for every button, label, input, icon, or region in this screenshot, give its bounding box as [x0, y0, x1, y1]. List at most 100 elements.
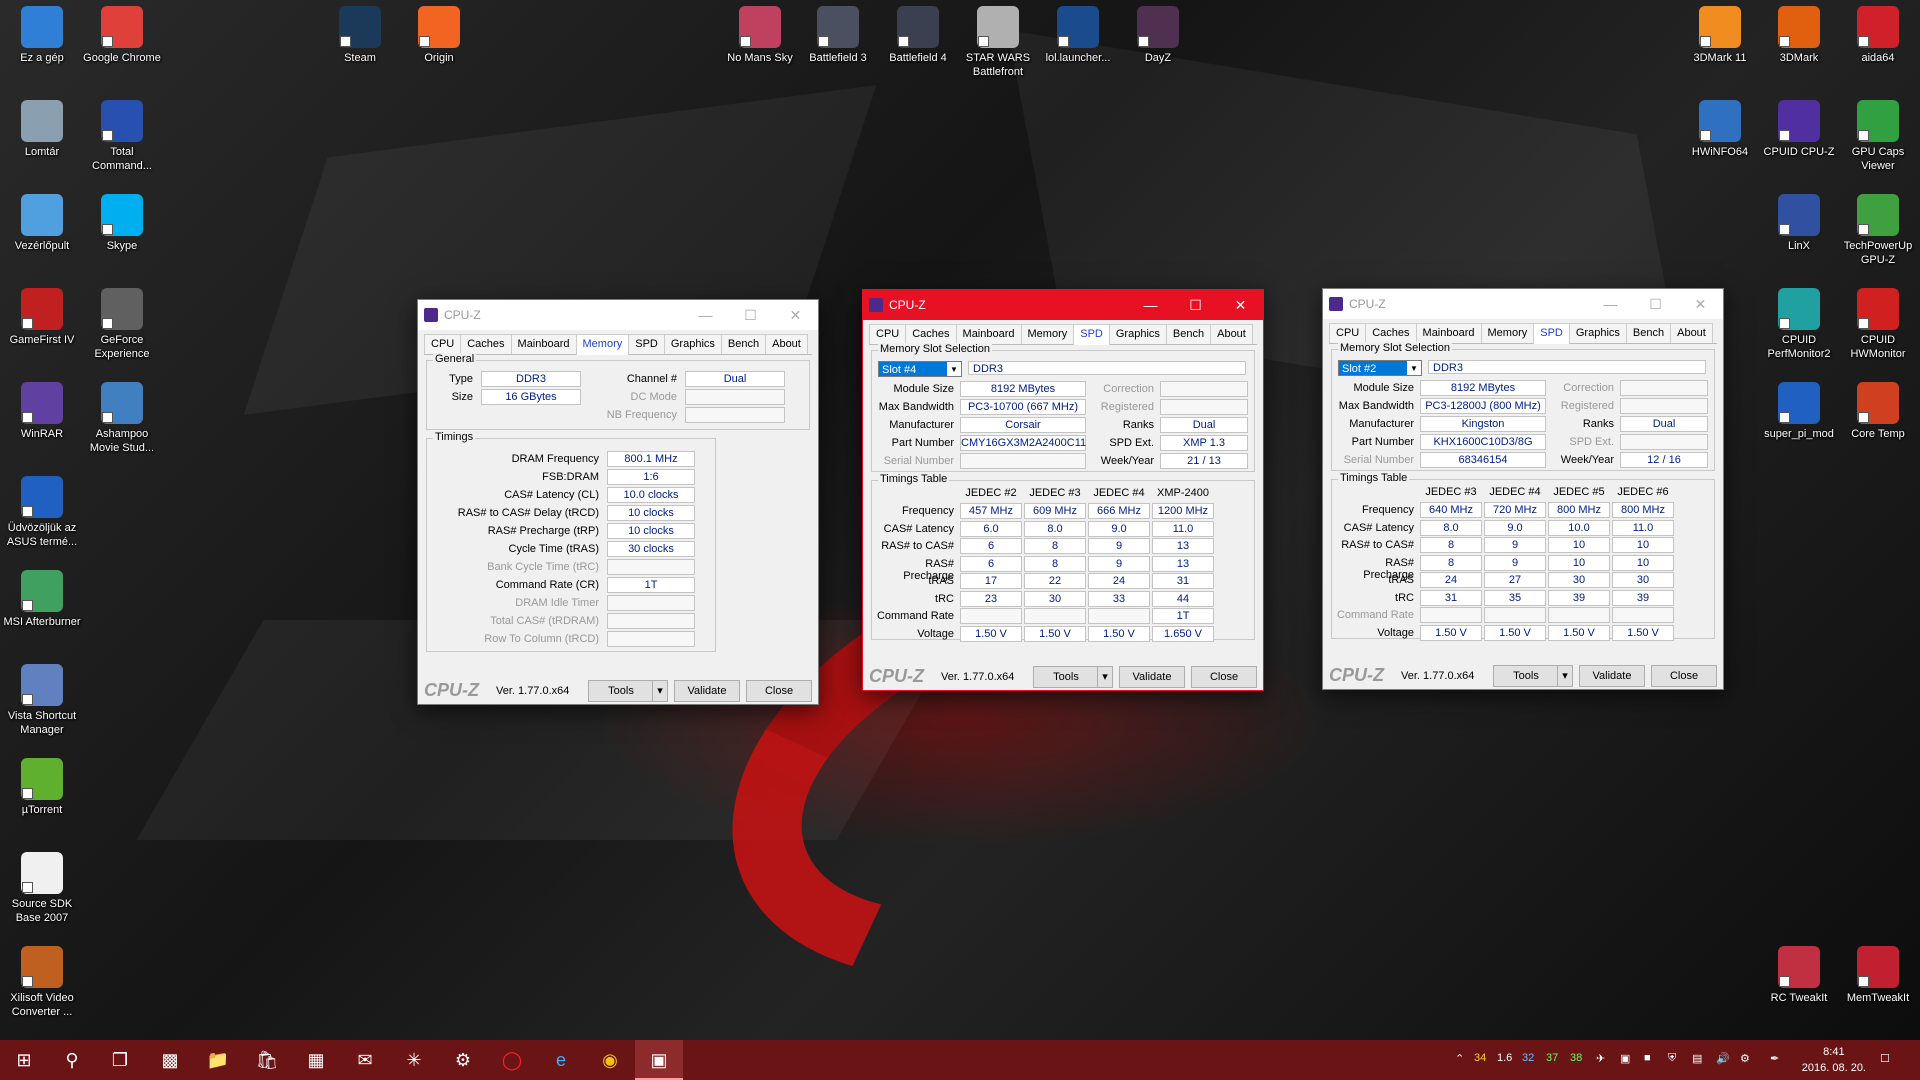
validate-button[interactable]: Validate	[1579, 665, 1645, 687]
desktop-shortcut[interactable]: 3DMark 11	[1678, 6, 1762, 65]
desktop-shortcut[interactable]: super_pi_mod	[1757, 382, 1841, 441]
desktop-shortcut[interactable]: lol.launcher...	[1036, 6, 1120, 65]
desktop-shortcut[interactable]: Üdvözöljük az ASUS termé...	[0, 476, 84, 549]
desktop-shortcut[interactable]: Steam	[318, 6, 402, 65]
desktop-shortcut[interactable]: TechPowerUp GPU-Z	[1836, 194, 1920, 267]
clock[interactable]: 8:41 2016. 08. 20.	[1802, 1044, 1866, 1076]
tray-network-icon[interactable]: ▤	[1692, 1052, 1702, 1065]
tab-spd[interactable]: SPD	[1073, 324, 1110, 345]
tray-afterburner-icon[interactable]: ✈	[1596, 1052, 1605, 1065]
desktop-shortcut[interactable]: Core Temp	[1836, 382, 1920, 441]
taskbar-app-icon[interactable]: ▩	[146, 1040, 194, 1080]
desktop-shortcut[interactable]: aida64	[1836, 6, 1920, 65]
desktop-shortcut[interactable]: CPUID PerfMonitor2	[1757, 288, 1841, 361]
cpuz-taskbar-icon[interactable]: ▣	[635, 1040, 683, 1080]
close-button[interactable]: Close	[746, 680, 812, 702]
tray-pen-icon[interactable]: ✒	[1770, 1052, 1779, 1065]
tools-dropdown-arrow-icon[interactable]: ▾	[1097, 666, 1113, 688]
start-button[interactable]: ⊞	[0, 1040, 48, 1080]
tab-spd[interactable]: SPD	[628, 334, 665, 354]
desktop-shortcut[interactable]: MemTweakIt	[1836, 946, 1920, 1005]
desktop-shortcut[interactable]: µTorrent	[0, 758, 84, 817]
minimize-button[interactable]: —	[1588, 289, 1633, 319]
opera-icon[interactable]: ◯	[488, 1040, 536, 1080]
tab-about[interactable]: About	[1670, 323, 1713, 343]
tools-button[interactable]: Tools	[588, 680, 654, 702]
desktop-shortcut[interactable]: Ez a gép	[0, 6, 84, 65]
desktop-shortcut[interactable]: CPUID CPU-Z	[1757, 100, 1841, 159]
tab-mainboard[interactable]: Mainboard	[1415, 323, 1482, 343]
taskbar-app-blue-icon[interactable]: ✳	[390, 1040, 438, 1080]
tray-shield-icon[interactable]: ⛨	[1668, 1052, 1676, 1065]
desktop-shortcut[interactable]: Xilisoft Video Converter ...	[0, 946, 84, 1019]
settings-gear-icon[interactable]: ⚙	[439, 1040, 487, 1080]
desktop-shortcut[interactable]: Battlefield 4	[876, 6, 960, 65]
tab-mainboard[interactable]: Mainboard	[955, 324, 1022, 344]
tab-memory[interactable]: Memory	[1020, 324, 1075, 344]
cpuz-window-spd-slot2[interactable]: CPU-Z — ☐ ✕ CPU Caches Mainboard Memory SPD G…	[1322, 288, 1724, 690]
tools-button[interactable]: Tools	[1033, 666, 1099, 688]
action-center-icon[interactable]: ☐	[1880, 1052, 1890, 1065]
minimize-button[interactable]: —	[683, 300, 728, 330]
tray-volume-icon[interactable]: 🔊	[1716, 1052, 1730, 1065]
file-explorer-icon[interactable]: 📁	[194, 1040, 242, 1080]
desktop-shortcut[interactable]: No Mans Sky	[718, 6, 802, 65]
tab-caches[interactable]: Caches	[460, 334, 512, 354]
tab-graphics[interactable]: Graphics	[1568, 323, 1627, 343]
desktop-shortcut[interactable]: Source SDK Base 2007	[0, 852, 84, 925]
maximize-button[interactable]: ☐	[1633, 289, 1678, 319]
desktop-shortcut[interactable]: Skype	[80, 194, 164, 253]
tab-bench[interactable]: Bench	[1625, 323, 1672, 343]
tab-bench[interactable]: Bench	[720, 334, 767, 354]
search-icon[interactable]: ⚲	[48, 1040, 96, 1080]
close-button[interactable]: Close	[1651, 665, 1717, 687]
tab-caches[interactable]: Caches	[1365, 323, 1417, 343]
close-button[interactable]: Close	[1191, 666, 1257, 688]
title-bar[interactable]: CPU-Z — ☐ ✕	[863, 290, 1263, 320]
desktop-shortcut[interactable]: MSI Afterburner	[0, 570, 84, 629]
tab-memory[interactable]: Memory	[1480, 323, 1535, 343]
tab-cpu[interactable]: CPU	[869, 324, 907, 344]
tab-bench[interactable]: Bench	[1165, 324, 1212, 344]
tray-nvidia-icon[interactable]: ■	[1644, 1052, 1651, 1064]
desktop-shortcut[interactable]: WinRAR	[0, 382, 84, 441]
desktop-shortcut[interactable]: Ashampoo Movie Stud...	[80, 382, 164, 455]
tab-graphics[interactable]: Graphics	[663, 334, 722, 354]
close-window-button[interactable]: ✕	[1678, 289, 1723, 319]
store-icon[interactable]: 🛍	[243, 1040, 291, 1080]
tab-spd[interactable]: SPD	[1533, 323, 1570, 344]
tray-app-icon[interactable]: ⚙	[1740, 1052, 1750, 1065]
tab-memory[interactable]: Memory	[575, 334, 630, 355]
chrome-icon[interactable]: ◉	[586, 1040, 634, 1080]
tab-graphics[interactable]: Graphics	[1108, 324, 1167, 344]
slot-select[interactable]: Slot #4 ▼	[878, 361, 962, 377]
desktop-shortcut[interactable]: LinX	[1757, 194, 1841, 253]
task-view-icon[interactable]: ❐	[96, 1040, 144, 1080]
slot-select[interactable]: Slot #2 ▼	[1338, 360, 1422, 376]
tray-gpu-icon[interactable]: ▣	[1620, 1052, 1630, 1065]
desktop-shortcut[interactable]: Total Command...	[80, 100, 164, 173]
desktop-shortcut[interactable]: GameFirst IV	[0, 288, 84, 347]
desktop-shortcut[interactable]: HWiNFO64	[1678, 100, 1762, 159]
tab-about[interactable]: About	[1210, 324, 1253, 344]
close-window-button[interactable]: ✕	[1218, 290, 1263, 320]
desktop-shortcut[interactable]: GeForce Experience	[80, 288, 164, 361]
tab-cpu[interactable]: CPU	[1329, 323, 1367, 343]
title-bar[interactable]: CPU-Z — ☐ ✕	[1323, 289, 1723, 319]
edge-icon[interactable]: e	[537, 1040, 585, 1080]
desktop-shortcut[interactable]: 3DMark	[1757, 6, 1841, 65]
tools-button[interactable]: Tools	[1493, 665, 1559, 687]
tools-dropdown-arrow-icon[interactable]: ▾	[652, 680, 668, 702]
mail-icon[interactable]: ✉	[341, 1040, 389, 1080]
tab-cpu[interactable]: CPU	[424, 334, 462, 354]
desktop-shortcut[interactable]: Vista Shortcut Manager	[0, 664, 84, 737]
tools-dropdown-arrow-icon[interactable]: ▾	[1557, 665, 1573, 687]
maximize-button[interactable]: ☐	[1173, 290, 1218, 320]
tab-about[interactable]: About	[765, 334, 808, 354]
title-bar[interactable]: CPU-Z — ☐ ✕	[418, 300, 818, 330]
minimize-button[interactable]: —	[1128, 290, 1173, 320]
validate-button[interactable]: Validate	[674, 680, 740, 702]
maximize-button[interactable]: ☐	[728, 300, 773, 330]
cpuz-window-spd-slot4[interactable]: CPU-Z — ☐ ✕ CPU Caches Mainboard Memory SPD G…	[862, 289, 1264, 691]
taskbar-app-red-icon[interactable]: ▦	[292, 1040, 340, 1080]
